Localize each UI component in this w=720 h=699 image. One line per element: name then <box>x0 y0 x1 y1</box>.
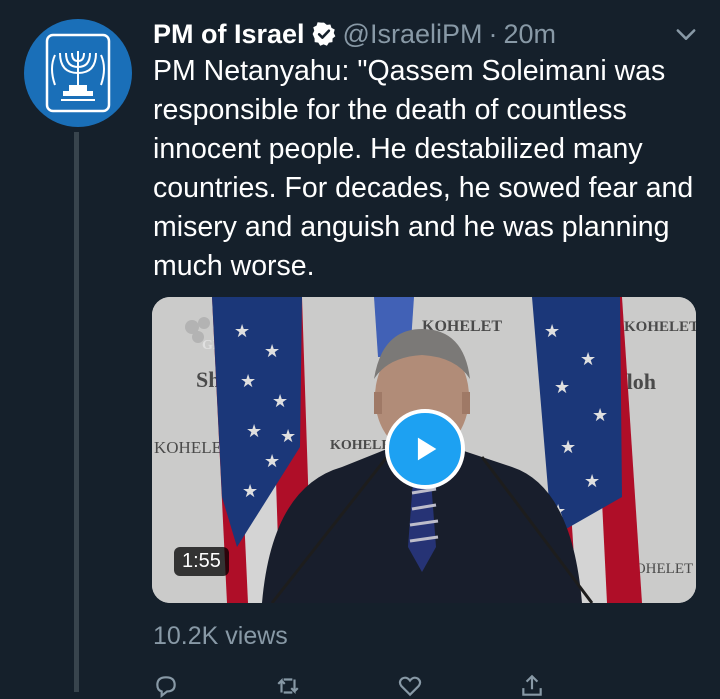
share-icon <box>522 674 542 696</box>
video-duration: 1:55 <box>174 547 229 576</box>
tweet-header: PM of Israel @IsraeliPM · 20m <box>153 14 700 54</box>
view-count: 10.2K views <box>153 622 288 650</box>
play-icon <box>417 437 437 461</box>
video-player[interactable]: KOHELET KOHELET KOHELET KOHELET KOHELET … <box>152 297 696 603</box>
separator-dot: · <box>488 18 498 49</box>
account-name[interactable]: PM of Israel <box>153 19 305 50</box>
retweet-button[interactable] <box>275 676 301 696</box>
play-button[interactable] <box>385 409 465 489</box>
like-icon <box>398 676 422 697</box>
verified-badge-icon <box>312 22 335 46</box>
retweet-icon <box>277 677 299 695</box>
thread-line <box>74 132 79 692</box>
menorah-emblem-icon <box>45 33 111 113</box>
account-handle[interactable]: @IsraeliPM <box>343 19 483 50</box>
tweet-text: PM Netanyahu: "Qassem Soleimani was resp… <box>153 55 694 282</box>
chevron-down-icon[interactable] <box>672 20 700 48</box>
tweet-actions <box>153 674 633 699</box>
reply-button[interactable] <box>153 676 179 699</box>
like-button[interactable] <box>397 676 423 697</box>
reply-icon <box>156 676 176 699</box>
share-button[interactable] <box>519 674 545 696</box>
avatar[interactable] <box>24 19 132 127</box>
tweet-time[interactable]: 20m <box>503 19 556 50</box>
